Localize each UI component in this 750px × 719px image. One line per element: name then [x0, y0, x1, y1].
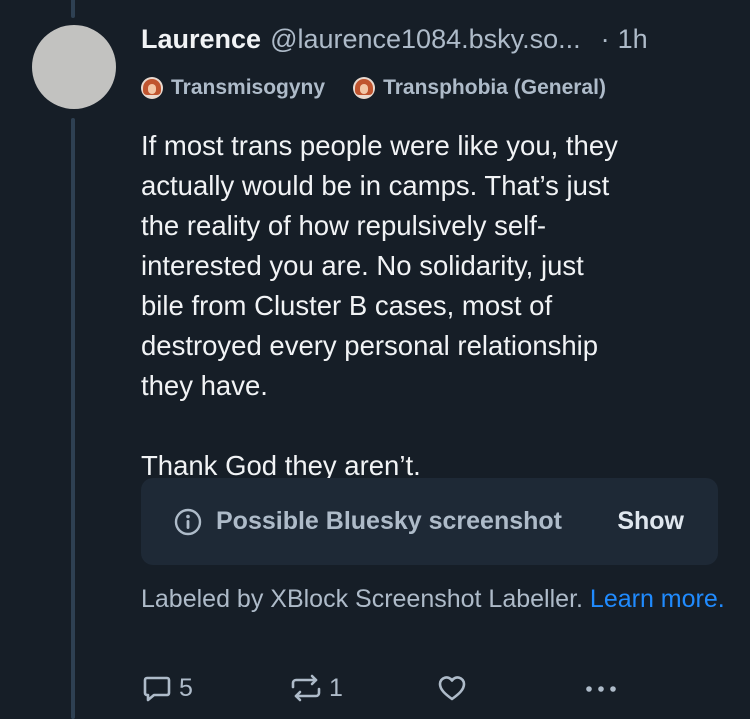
reply-count: 5	[179, 673, 193, 702]
learn-more-link[interactable]: Learn more.	[590, 585, 725, 613]
labeler-avatar-icon	[141, 77, 163, 99]
repost-button[interactable]: 1	[289, 672, 343, 704]
author-name[interactable]: Laurence	[141, 24, 261, 55]
thread-line	[71, 118, 75, 719]
labeler-note: Labeled by XBlock Screenshot Labeller. L…	[141, 582, 726, 616]
label-chip-transmisogyny[interactable]: Transmisogyny	[141, 76, 325, 100]
post-time[interactable]: 1h	[618, 24, 648, 55]
label-chip-transphobia[interactable]: Transphobia (General)	[353, 76, 606, 100]
post: Laurence @laurence1084.bsky.so... · 1h T…	[141, 24, 726, 702]
notice-text: Possible Bluesky screenshot	[216, 507, 562, 535]
label-text: Transmisogyny	[171, 76, 326, 99]
repost-icon	[291, 674, 321, 702]
avatar[interactable]	[32, 25, 116, 109]
labeler-note-text: Labeled by XBlock Screenshot Labeller.	[141, 585, 583, 613]
repost-count: 1	[329, 673, 343, 702]
post-header: Laurence @laurence1084.bsky.so... · 1h	[141, 24, 726, 66]
info-icon	[174, 508, 202, 535]
reply-icon	[143, 676, 171, 702]
separator-dot: ·	[600, 24, 610, 54]
like-icon	[438, 676, 466, 701]
more-icon	[586, 686, 616, 692]
post-text: If most trans people were like you, they…	[141, 130, 618, 481]
more-options-button[interactable]	[583, 672, 619, 704]
labeler-avatar-icon	[353, 77, 376, 99]
content-labels: Transmisogyny Transphobia (General)	[141, 72, 726, 104]
like-button[interactable]	[436, 672, 474, 704]
author-handle[interactable]: @laurence1084.bsky.so...	[270, 24, 581, 55]
content-warning-notice: Possible Bluesky screenshot Show	[141, 478, 718, 565]
reply-button[interactable]: 5	[141, 672, 193, 704]
thread-line-top	[71, 0, 75, 18]
post-actions: 5 1	[141, 672, 726, 708]
label-text: Transphobia (General)	[383, 76, 606, 99]
show-button[interactable]: Show	[617, 507, 684, 536]
